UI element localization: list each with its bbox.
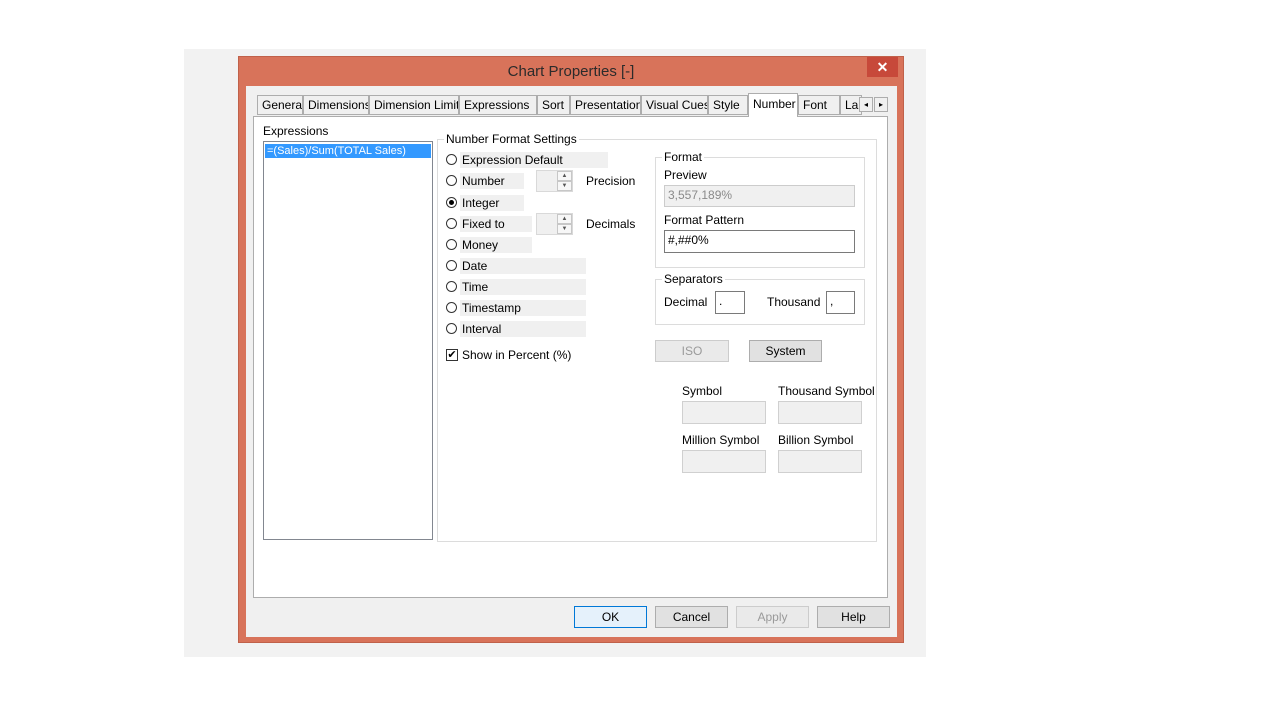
ok-button[interactable]: OK <box>574 606 647 628</box>
radio-money[interactable] <box>446 239 457 250</box>
radio-time[interactable] <box>446 281 457 292</box>
radio-label-fixed-to[interactable]: Fixed to <box>462 216 505 232</box>
thousand-symbol-label: Thousand Symbol <box>778 384 875 398</box>
tab-visual-cues[interactable]: Visual Cues <box>641 95 708 115</box>
tab-dimensions[interactable]: Dimensions <box>303 95 369 115</box>
chevron-up-icon[interactable]: ▲ <box>557 214 572 224</box>
tab-scroll-right-button[interactable]: ▸ <box>874 97 888 112</box>
close-button[interactable]: ✕ <box>867 57 898 77</box>
radio-integer[interactable] <box>446 197 457 208</box>
number-tab-panel: Expressions =(Sales)/Sum(TOTAL Sales) Nu… <box>253 116 888 598</box>
tab-scroll-left-button[interactable]: ◂ <box>859 97 873 112</box>
preview-field: 3,557,189% <box>664 185 855 207</box>
chevron-down-icon[interactable]: ▼ <box>557 181 572 191</box>
radio-expression-default[interactable] <box>446 154 457 165</box>
radio-label-number[interactable]: Number <box>462 173 505 189</box>
radio-label-integer[interactable]: Integer <box>462 195 499 211</box>
tab-number[interactable]: Number <box>748 93 798 117</box>
million-symbol-label: Million Symbol <box>682 433 760 447</box>
format-pattern-label: Format Pattern <box>664 213 745 227</box>
chevron-up-icon[interactable]: ▲ <box>557 171 572 181</box>
radio-timestamp[interactable] <box>446 302 457 313</box>
thousand-symbol-input[interactable] <box>778 401 862 424</box>
expressions-listbox[interactable]: =(Sales)/Sum(TOTAL Sales) <box>263 141 433 540</box>
cancel-button[interactable]: Cancel <box>655 606 728 628</box>
system-button[interactable]: System <box>749 340 822 362</box>
expressions-label: Expressions <box>263 124 329 138</box>
tab-font[interactable]: Font <box>798 95 840 115</box>
show-in-percent-checkbox[interactable]: ✔ <box>446 349 458 361</box>
radio-label-date[interactable]: Date <box>462 258 487 274</box>
decimals-label: Decimals <box>586 217 636 231</box>
tab-dimension-limits[interactable]: Dimension Limits <box>369 95 459 115</box>
radio-fixed-to[interactable] <box>446 218 457 229</box>
preview-label: Preview <box>664 168 707 182</box>
precision-label: Precision <box>586 174 636 188</box>
radio-interval[interactable] <box>446 323 457 334</box>
radio-label-interval[interactable]: Interval <box>462 321 501 337</box>
apply-button[interactable]: Apply <box>736 606 809 628</box>
tab-style[interactable]: Style <box>708 95 748 115</box>
chevron-down-icon[interactable]: ▼ <box>557 224 572 234</box>
symbol-label: Symbol <box>682 384 723 398</box>
help-button[interactable]: Help <box>817 606 890 628</box>
separators-label: Separators <box>662 272 725 286</box>
tab-presentation[interactable]: Presentation <box>570 95 641 115</box>
window-title: Chart Properties [-] <box>507 63 635 80</box>
radio-label-timestamp[interactable]: Timestamp <box>462 300 521 316</box>
million-symbol-input[interactable] <box>682 450 766 473</box>
decimal-label: Decimal <box>664 295 708 309</box>
thousand-separator-input[interactable]: , <box>826 291 855 314</box>
radio-label-money[interactable]: Money <box>462 237 498 253</box>
list-item[interactable]: =(Sales)/Sum(TOTAL Sales) <box>265 144 431 158</box>
radio-number[interactable] <box>446 175 457 186</box>
chart-properties-dialog: Chart Properties [-] ✕ General Dimension… <box>238 56 904 643</box>
dialog-client-area: General Dimensions Dimension Limits Expr… <box>246 86 897 637</box>
decimals-stepper[interactable]: ▲ ▼ <box>536 213 573 235</box>
tab-general[interactable]: General <box>257 95 303 115</box>
symbol-input[interactable] <box>682 401 766 424</box>
format-label: Format <box>662 150 705 164</box>
thousand-label: Thousand <box>767 295 821 309</box>
number-format-settings-label: Number Format Settings <box>444 132 579 146</box>
iso-button[interactable]: ISO <box>655 340 729 362</box>
radio-label-time[interactable]: Time <box>462 279 488 295</box>
tab-sort[interactable]: Sort <box>537 95 570 115</box>
radio-label-expression-default[interactable]: Expression Default <box>462 152 563 168</box>
decimal-separator-input[interactable]: . <box>715 291 745 314</box>
show-in-percent-label[interactable]: Show in Percent (%) <box>462 348 571 362</box>
billion-symbol-label: Billion Symbol <box>778 433 854 447</box>
tab-expressions[interactable]: Expressions <box>459 95 537 115</box>
title-bar[interactable]: Chart Properties [-] ✕ <box>239 57 903 85</box>
precision-stepper[interactable]: ▲ ▼ <box>536 170 573 192</box>
billion-symbol-input[interactable] <box>778 450 862 473</box>
radio-date[interactable] <box>446 260 457 271</box>
format-pattern-input[interactable]: #,##0% <box>664 230 855 253</box>
